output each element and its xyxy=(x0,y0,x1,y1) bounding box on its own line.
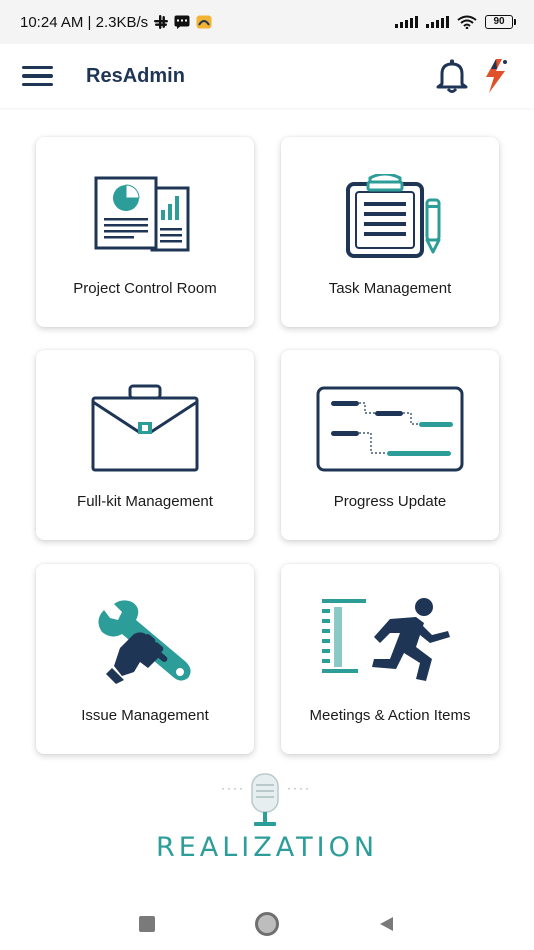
bell-icon xyxy=(436,59,468,93)
clipboard-icon xyxy=(346,174,441,258)
battery-level: 90 xyxy=(485,15,513,29)
message-icon xyxy=(174,15,190,29)
tile-task-management[interactable]: Task Management xyxy=(281,137,499,327)
circle-icon xyxy=(255,912,279,936)
signal-icon-2 xyxy=(426,16,449,28)
quick-action-button[interactable] xyxy=(478,56,512,96)
recent-apps-button[interactable] xyxy=(132,909,162,939)
battery-icon: 90 xyxy=(485,15,516,29)
app-bar: ResAdmin xyxy=(0,44,534,108)
brand-logo: REALIZATION xyxy=(155,832,379,863)
tile-issue-management[interactable]: Issue Management xyxy=(36,564,254,754)
tile-meetings-action-items[interactable]: Meetings & Action Items xyxy=(281,564,499,754)
menu-button[interactable] xyxy=(22,59,56,93)
tile-label: Issue Management xyxy=(81,707,209,724)
tile-progress-update[interactable]: Progress Update xyxy=(281,350,499,540)
app-title: ResAdmin xyxy=(86,64,185,87)
status-time-speed: 10:24 AM | 2.3KB/s xyxy=(20,13,149,31)
system-nav-bar xyxy=(0,898,534,950)
back-button[interactable] xyxy=(372,909,402,939)
wifi-icon xyxy=(457,15,477,29)
tile-label: Progress Update xyxy=(333,493,447,510)
tile-project-control-room[interactable]: Project Control Room xyxy=(36,137,254,327)
home-button[interactable] xyxy=(252,909,282,939)
report-document-icon xyxy=(94,176,190,252)
status-left: 10:24 AM | 2.3KB/s xyxy=(20,14,395,31)
app-notification-icon xyxy=(196,15,212,29)
briefcase-icon xyxy=(91,384,199,472)
running-person-icon xyxy=(322,598,450,681)
status-bar: 10:24 AM | 2.3KB/s 90 xyxy=(0,0,534,44)
lightning-bolt-icon xyxy=(486,59,507,93)
microphone-icon xyxy=(222,773,308,826)
square-icon xyxy=(139,916,155,932)
tile-label: Full-kit Management xyxy=(77,493,213,510)
notifications-button[interactable] xyxy=(432,56,472,96)
status-right: 90 xyxy=(395,15,516,29)
signal-icon xyxy=(395,16,418,28)
slack-icon xyxy=(154,15,169,29)
wrench-glove-icon xyxy=(98,600,191,684)
hamburger-icon xyxy=(22,65,53,70)
gantt-chart-icon xyxy=(316,386,464,472)
back-triangle-icon xyxy=(380,917,393,931)
tile-label: Task Management xyxy=(328,280,452,297)
tile-full-kit-management[interactable]: Full-kit Management xyxy=(36,350,254,540)
tile-label: Meetings & Action Items xyxy=(309,707,471,724)
tile-label: Project Control Room xyxy=(73,280,217,297)
